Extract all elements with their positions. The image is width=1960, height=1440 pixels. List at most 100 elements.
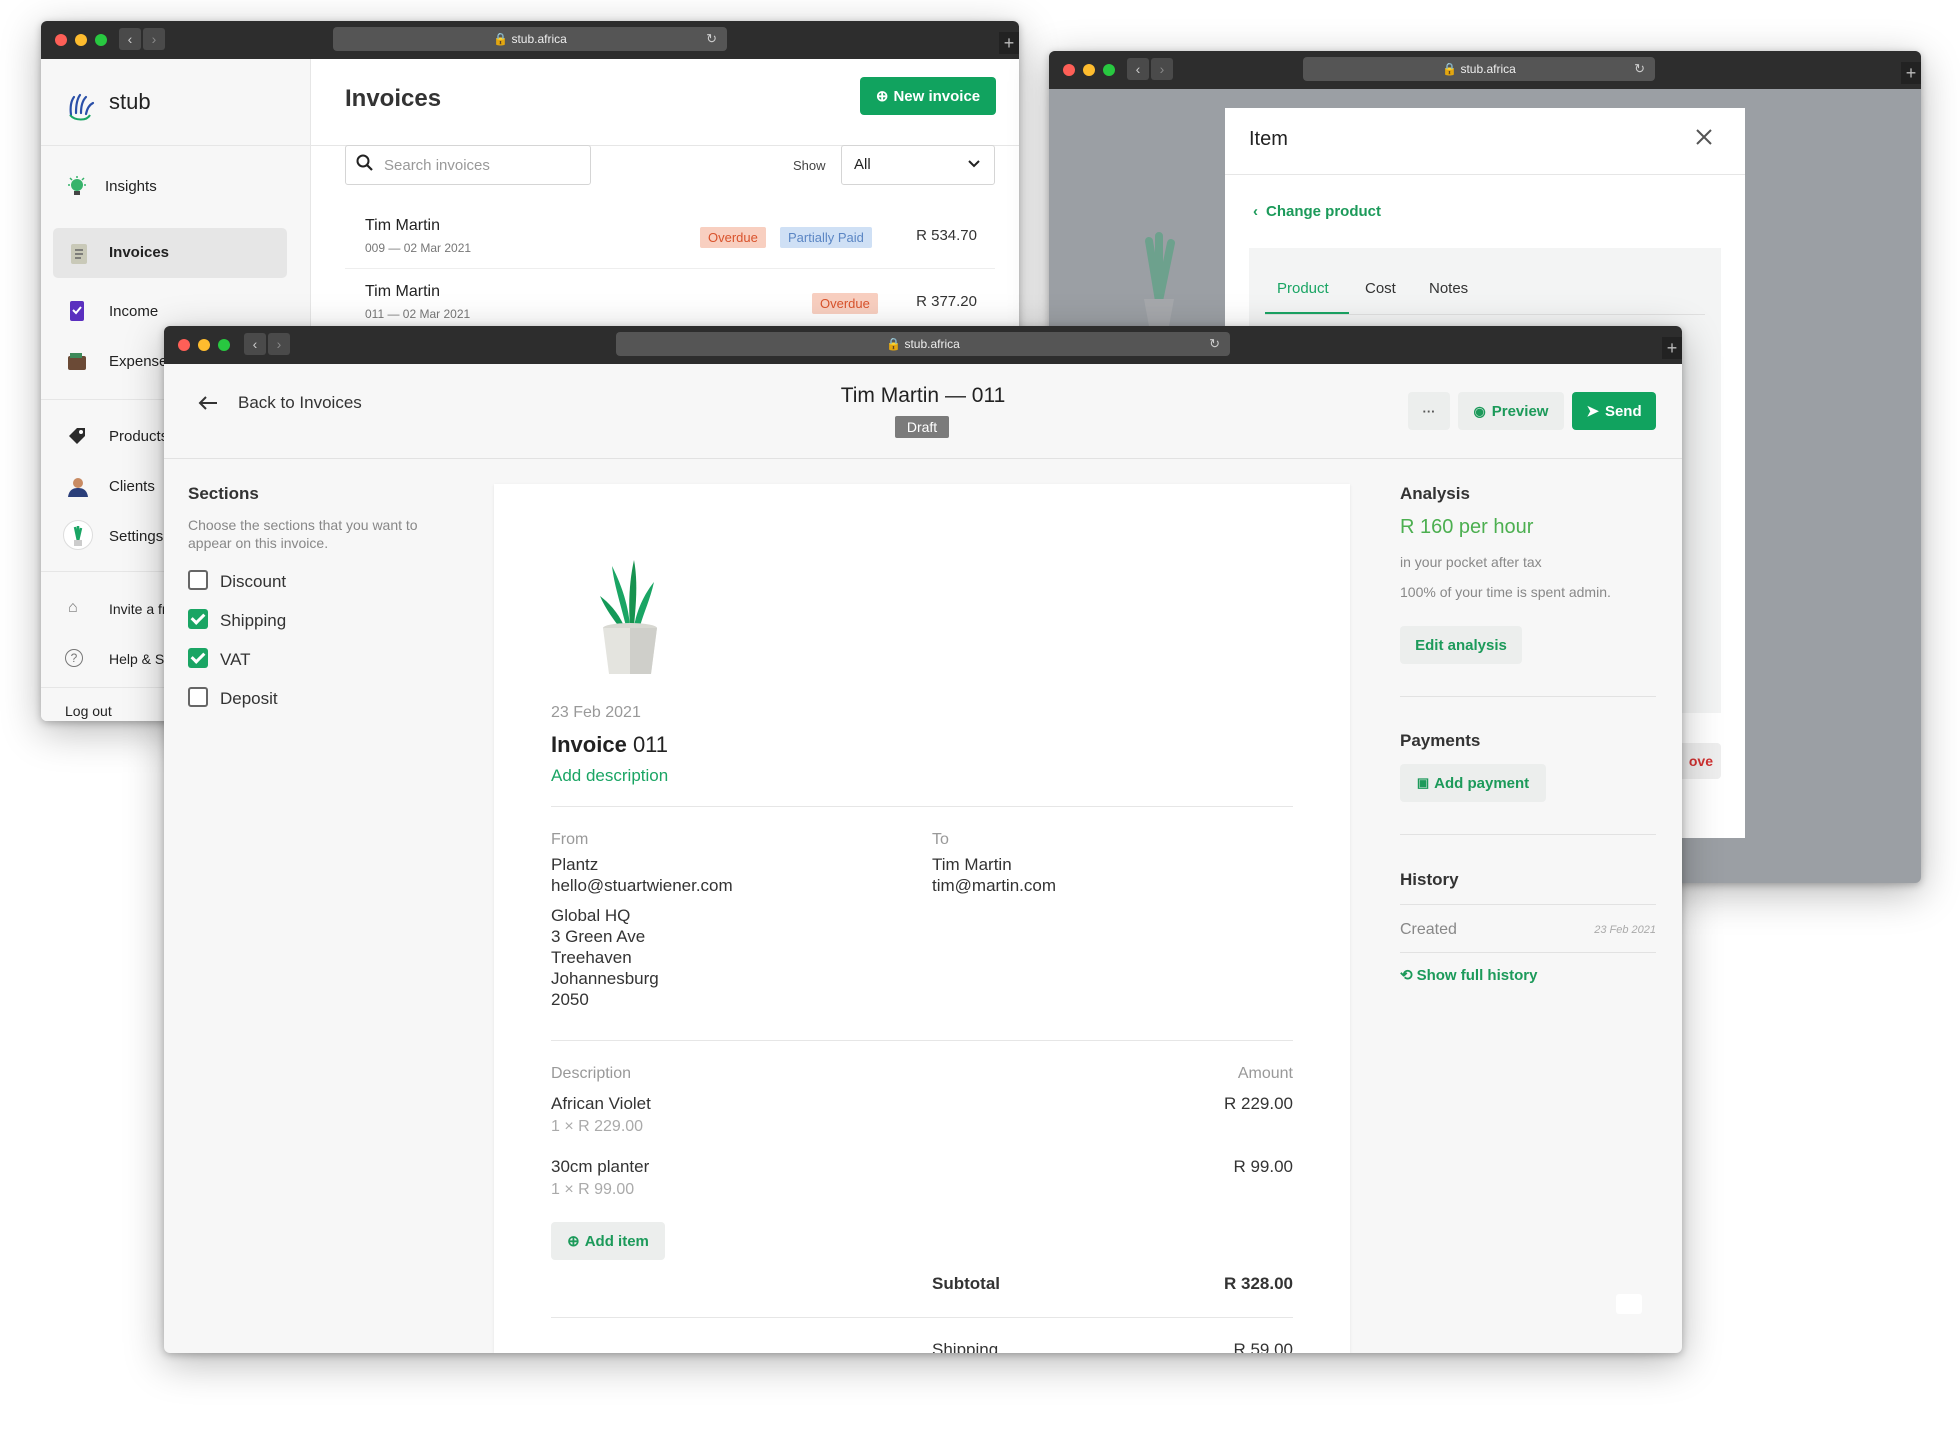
lock-icon: 🔒	[1442, 62, 1458, 76]
new-invoice-button[interactable]: ⊕ New invoice	[860, 77, 996, 115]
browser-chrome: ‹ › 🔒 stub.africa ↻ +	[41, 21, 1019, 59]
history-entry: Created 23 Feb 2021	[1400, 921, 1656, 938]
tab-notes[interactable]: Notes	[1421, 264, 1491, 314]
forward-nav-icon[interactable]: ›	[1151, 58, 1173, 80]
show-full-history-link[interactable]: ⟲ Show full history	[1400, 966, 1537, 984]
sidebar-item-insights[interactable]: Insights	[53, 166, 309, 208]
edit-analysis-button[interactable]: Edit analysis	[1400, 626, 1522, 664]
vat-checkbox[interactable]: VAT	[188, 646, 428, 672]
tab-product[interactable]: Product	[1265, 264, 1349, 314]
show-filter-select[interactable]: All	[841, 145, 995, 185]
checkbox-checked-icon	[188, 648, 208, 668]
shipping-checkbox[interactable]: Shipping	[188, 607, 428, 633]
invoice-date[interactable]: 23 Feb 2021	[551, 704, 641, 722]
divider	[164, 458, 1682, 459]
invoice-row[interactable]: Tim Martin 009 — 02 Mar 2021 Overdue Par…	[345, 203, 995, 269]
partially-paid-badge: Partially Paid	[780, 227, 872, 248]
analysis-heading: Analysis	[1400, 484, 1470, 503]
back-nav-icon[interactable]: ‹	[1127, 58, 1149, 80]
divider	[41, 145, 311, 146]
divider	[1400, 834, 1656, 835]
to-label: To	[932, 831, 949, 848]
invoice-number-heading: Invoice 011	[551, 732, 669, 757]
subtotal-label: Subtotal	[932, 1274, 1000, 1293]
maximize-window-icon[interactable]	[218, 339, 230, 351]
close-icon[interactable]	[1695, 128, 1713, 146]
sidebar-item-invoices[interactable]: Invoices	[53, 228, 287, 278]
new-tab-icon[interactable]: +	[1901, 62, 1921, 84]
divider	[551, 1317, 1293, 1318]
from-block[interactable]: Plantz hello@stuartwiener.com Global HQ …	[551, 854, 733, 1010]
back-nav-icon[interactable]: ‹	[119, 28, 141, 50]
send-button[interactable]: ➤ Send	[1572, 392, 1656, 430]
add-item-button[interactable]: ⊕ Add item	[551, 1222, 665, 1260]
reload-icon[interactable]: ↻	[1634, 57, 1645, 81]
divider	[1225, 174, 1745, 175]
minimize-window-icon[interactable]	[198, 339, 210, 351]
close-window-icon[interactable]	[178, 339, 190, 351]
chat-icon[interactable]	[1616, 1294, 1642, 1314]
preview-button[interactable]: ◉ Preview	[1458, 392, 1564, 430]
history-heading: History	[1400, 870, 1459, 889]
document-icon	[71, 244, 87, 264]
browser-chrome: ‹ › 🔒 stub.africa ↻ +	[164, 326, 1682, 364]
address-bar[interactable]: 🔒 stub.africa ↻	[616, 332, 1230, 356]
checkbox-checked-icon	[188, 609, 208, 629]
logout-link[interactable]: Log out	[65, 703, 112, 719]
back-nav-icon[interactable]: ‹	[244, 333, 266, 355]
hourly-rate: R 160 per hour	[1400, 516, 1534, 538]
browser-chrome: ‹ › 🔒 stub.africa ↻ +	[1049, 51, 1921, 89]
add-payment-button[interactable]: ▣ Add payment	[1400, 764, 1546, 802]
lightbulb-icon	[67, 176, 87, 196]
divider	[1265, 314, 1705, 315]
more-button[interactable]: ···	[1408, 392, 1450, 430]
line-item[interactable]: African Violet 1 × R 229.00 R 229.00	[551, 1094, 1293, 1144]
discount-checkbox[interactable]: Discount	[188, 568, 428, 594]
arrow-left-icon	[198, 395, 218, 411]
reload-icon[interactable]: ↻	[1209, 332, 1220, 356]
cash-icon: ▣	[1416, 775, 1430, 790]
shipping-label: Shipping	[932, 1340, 999, 1353]
maximize-window-icon[interactable]	[95, 34, 107, 46]
forward-nav-icon[interactable]: ›	[143, 28, 165, 50]
overdue-badge: Overdue	[700, 227, 766, 248]
back-to-invoices-link[interactable]: Back to Invoices	[198, 388, 362, 418]
description-column-header: Description	[551, 1065, 632, 1082]
deposit-checkbox[interactable]: Deposit	[188, 685, 428, 711]
invoice-title: Tim Martin — 011	[840, 384, 1006, 407]
new-tab-icon[interactable]: +	[999, 32, 1019, 54]
eye-icon: ◉	[1473, 402, 1486, 419]
plus-circle-icon: ⊕	[567, 1233, 580, 1250]
divider	[1400, 696, 1656, 697]
lock-icon: 🔒	[493, 32, 509, 46]
line-item[interactable]: 30cm planter 1 × R 99.00 R 99.00	[551, 1157, 1293, 1207]
address-bar[interactable]: 🔒 stub.africa ↻	[1303, 57, 1655, 81]
minimize-window-icon[interactable]	[75, 34, 87, 46]
minimize-window-icon[interactable]	[1083, 64, 1095, 76]
person-icon	[67, 476, 89, 498]
change-product-link[interactable]: ‹ Change product	[1253, 203, 1381, 220]
add-description-link[interactable]: Add description	[551, 766, 668, 786]
close-window-icon[interactable]	[1063, 64, 1075, 76]
help-icon: ?	[65, 649, 83, 667]
new-tab-icon[interactable]: +	[1662, 337, 1682, 359]
subtotal-value: R 328.00	[1224, 1274, 1293, 1293]
reload-icon[interactable]: ↻	[706, 27, 717, 51]
plant-logo-icon[interactable]	[584, 548, 664, 680]
address-bar[interactable]: 🔒 stub.africa ↻	[333, 27, 727, 51]
invoice-document: 23 Feb 2021 Invoice 011 Add description …	[494, 484, 1350, 1353]
to-block[interactable]: Tim Martin tim@martin.com	[932, 854, 1056, 896]
maximize-window-icon[interactable]	[1103, 64, 1115, 76]
shipping-value: R 59.00	[1233, 1340, 1293, 1353]
amount-column-header: Amount	[1237, 1065, 1293, 1082]
stub-logo-icon	[65, 89, 95, 121]
close-window-icon[interactable]	[55, 34, 67, 46]
plant-illustration-dimmed	[1129, 231, 1189, 331]
search-input[interactable]: Search invoices	[345, 145, 591, 185]
lock-icon: 🔒	[886, 337, 902, 351]
divider	[1400, 952, 1656, 953]
tab-cost[interactable]: Cost	[1357, 264, 1417, 314]
status-badge: Draft	[895, 416, 949, 438]
show-label: Show	[793, 158, 826, 173]
forward-nav-icon[interactable]: ›	[268, 333, 290, 355]
